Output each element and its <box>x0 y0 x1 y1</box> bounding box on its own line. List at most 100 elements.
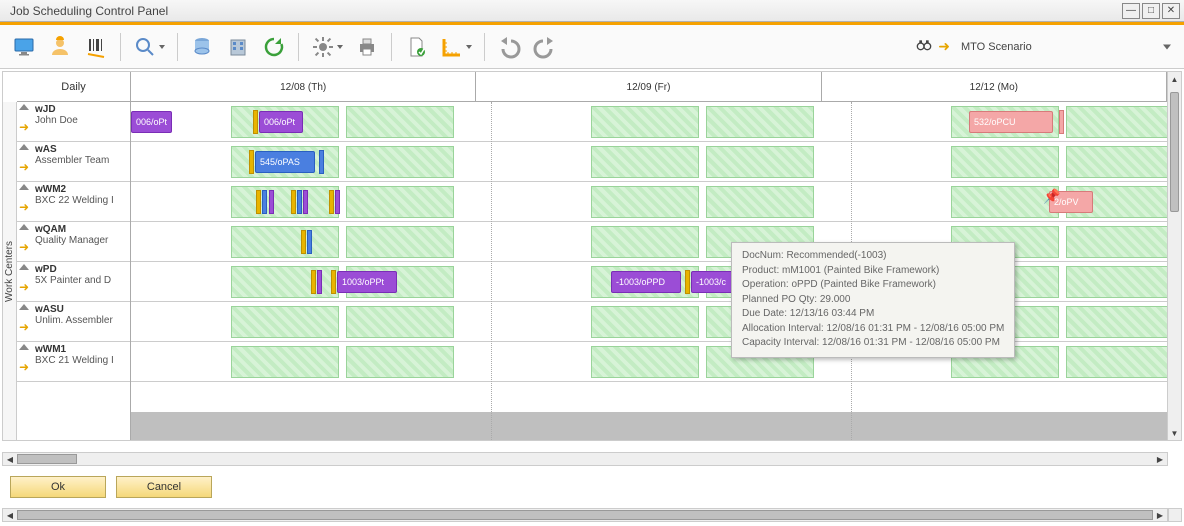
toolbar-separator <box>120 33 121 61</box>
task-bar[interactable]: -1003/c <box>691 271 735 293</box>
gantt-horizontal-scrollbar[interactable]: ◀ ▶ <box>2 452 1168 466</box>
scroll-right-arrow-icon[interactable]: ▶ <box>1153 509 1167 521</box>
vertical-scrollbar[interactable]: ▲ ▼ <box>1167 72 1181 440</box>
gantt-chart[interactable]: 12/08 (Th) 12/09 (Fr) 12/12 (Mo) 006/ <box>131 72 1167 440</box>
refresh-icon[interactable] <box>258 31 290 63</box>
tooltip-line: Due Date: 12/13/16 03:44 PM <box>742 307 1004 322</box>
row-headers: ➜wJDJohn Doe ➜wASAssembler Team ➜wWM2BXC… <box>17 102 130 440</box>
capacity-block <box>346 186 454 218</box>
scroll-right-arrow-icon[interactable]: ▶ <box>1153 453 1167 465</box>
lane[interactable]: 📌 2/oPV <box>131 182 1167 222</box>
day-header: 12/08 (Th) <box>131 72 476 102</box>
scroll-up-arrow-icon[interactable]: ▲ <box>1168 72 1181 86</box>
link-arrow-icon[interactable]: ➜ <box>19 160 29 174</box>
capacity-block <box>591 186 699 218</box>
collapse-icon[interactable] <box>19 104 29 110</box>
monitor-icon[interactable] <box>8 31 40 63</box>
search-icon[interactable] <box>129 31 169 63</box>
scroll-thumb[interactable] <box>1170 92 1179 212</box>
task-bar[interactable]: 006/oPt <box>131 111 172 133</box>
day-divider <box>491 102 492 440</box>
scroll-left-arrow-icon[interactable]: ◀ <box>3 453 17 465</box>
allocation-tick <box>249 150 254 174</box>
capacity-block <box>591 106 699 138</box>
scroll-down-arrow-icon[interactable]: ▼ <box>1168 426 1181 440</box>
scenario-dropdown[interactable]: MTO Scenario <box>956 38 1176 56</box>
pin-icon[interactable]: 📌 <box>1043 188 1060 205</box>
collapse-icon[interactable] <box>19 264 29 270</box>
link-arrow-icon[interactable]: ➜ <box>19 360 29 374</box>
ruler-icon[interactable] <box>436 31 476 63</box>
gear-icon[interactable] <box>307 31 347 63</box>
day-header: 12/09 (Fr) <box>476 72 821 102</box>
window-horizontal-scrollbar[interactable]: ◀ ▶ <box>2 508 1168 522</box>
row-header[interactable]: ➜wQAMQuality Manager <box>17 222 130 262</box>
dialog-buttons: Ok Cancel <box>10 476 212 498</box>
capacity-block <box>1066 226 1167 258</box>
row-header[interactable]: ➜wASUUnlim. Assembler <box>17 302 130 342</box>
capacity-block <box>231 266 339 298</box>
task-bar[interactable]: 006/oPt <box>259 111 303 133</box>
row-header[interactable]: ➜wPD5X Painter and D <box>17 262 130 302</box>
link-arrow-icon[interactable]: ➜ <box>19 320 29 334</box>
barcode-scan-icon[interactable] <box>80 31 112 63</box>
lane[interactable]: 006/oPt 006/oPt 532/oPCU <box>131 102 1167 142</box>
collapse-icon[interactable] <box>19 144 29 150</box>
capacity-block <box>591 146 699 178</box>
lane[interactable]: 545/oPAS <box>131 142 1167 182</box>
collapse-icon[interactable] <box>19 224 29 230</box>
window-title: Job Scheduling Control Panel <box>4 4 1120 18</box>
minimize-button[interactable]: — <box>1122 3 1140 19</box>
task-bar[interactable]: 1003/oPPt <box>337 271 397 293</box>
scroll-left-arrow-icon[interactable]: ◀ <box>3 509 17 521</box>
redo-icon[interactable] <box>529 31 561 63</box>
side-label: Work Centers <box>3 102 17 440</box>
task-bar[interactable]: -1003/oPPD <box>611 271 681 293</box>
row-header[interactable]: ➜wASAssembler Team <box>17 142 130 182</box>
scroll-thumb[interactable] <box>17 454 77 464</box>
tooltip-line: Operation: oPPD (Painted Bike Framework) <box>742 278 1004 293</box>
scroll-thumb[interactable] <box>17 510 1153 520</box>
database-icon[interactable] <box>186 31 218 63</box>
capacity-block <box>346 306 454 338</box>
capacity-block <box>591 346 699 378</box>
maximize-button[interactable]: □ <box>1142 3 1160 19</box>
capacity-block <box>231 226 339 258</box>
collapse-icon[interactable] <box>19 344 29 350</box>
allocation-tick <box>307 230 312 254</box>
printer-icon[interactable] <box>351 31 383 63</box>
row-header-title: Daily <box>17 72 130 102</box>
capacity-block <box>231 306 339 338</box>
link-arrow-icon[interactable]: ➜ <box>19 200 29 214</box>
collapse-icon[interactable] <box>19 304 29 310</box>
link-arrow-icon[interactable]: ➜ <box>19 280 29 294</box>
tooltip-line: Planned PO Qty: 29.000 <box>742 293 1004 308</box>
capacity-block <box>231 186 339 218</box>
close-button[interactable]: ✕ <box>1162 3 1180 19</box>
task-bar[interactable]: 545/oPAS <box>255 151 315 173</box>
collapse-icon[interactable] <box>19 184 29 190</box>
allocation-tick <box>253 110 258 134</box>
link-arrow-icon[interactable]: ➜ <box>19 120 29 134</box>
allocation-tick <box>311 270 316 294</box>
undo-icon[interactable] <box>493 31 525 63</box>
building-icon[interactable] <box>222 31 254 63</box>
binoculars-icon[interactable] <box>916 37 932 56</box>
task-bar[interactable]: 532/oPCU <box>969 111 1053 133</box>
toolbar-separator <box>298 33 299 61</box>
allocation-tick <box>317 270 322 294</box>
worker-icon[interactable] <box>44 31 76 63</box>
capacity-block <box>346 226 454 258</box>
chevron-down-icon <box>337 45 343 49</box>
document-icon[interactable] <box>400 31 432 63</box>
capacity-block <box>1066 106 1167 138</box>
row-header[interactable]: ➜wJDJohn Doe <box>17 102 130 142</box>
row-header[interactable]: ➜wWM2BXC 22 Welding I <box>17 182 130 222</box>
ok-button[interactable]: Ok <box>10 476 106 498</box>
capacity-block <box>231 346 339 378</box>
capacity-block <box>1066 266 1167 298</box>
link-arrow-icon[interactable]: ➜ <box>19 240 29 254</box>
cancel-button[interactable]: Cancel <box>116 476 212 498</box>
row-header[interactable]: ➜wWM1BXC 21 Welding I <box>17 342 130 382</box>
allocation-tick <box>297 190 302 214</box>
